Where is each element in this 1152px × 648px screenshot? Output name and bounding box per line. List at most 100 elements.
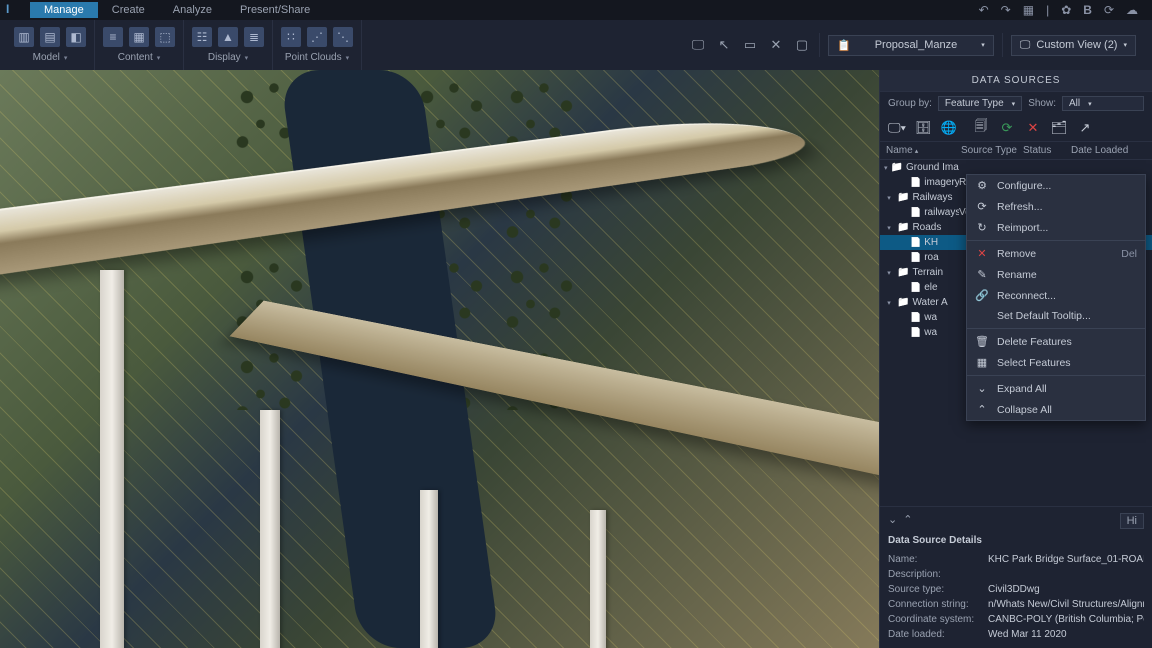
data-source-details: ⌄ ⌃ Hi Data Source Details Name:KHC Park… xyxy=(880,506,1152,648)
ribbon-right-tools: 🖵 ↖ ▭ ✕ ▢ 📋 Proposal_Manze 🖵 Custom View… xyxy=(689,20,1146,70)
context-menu-item[interactable]: ⚙Configure... xyxy=(967,175,1145,196)
content-bldg-icon[interactable]: ▦ xyxy=(129,27,149,47)
app-logo-icon: I xyxy=(6,2,9,16)
gear-icon[interactable]: ✿ xyxy=(1061,3,1071,17)
menu-manage[interactable]: Manage xyxy=(30,2,98,18)
panel-title: DATA SOURCES xyxy=(880,70,1152,92)
collapse-up-icon[interactable]: ⌃ xyxy=(903,513,912,529)
ribbon-label-pointclouds[interactable]: Point Clouds xyxy=(285,52,349,63)
bridge-pillar xyxy=(260,410,280,648)
refresh-icon[interactable]: ⟳ xyxy=(998,119,1016,137)
context-menu-item[interactable]: ⌄Expand All xyxy=(967,378,1145,399)
expand-down-icon[interactable]: ⌄ xyxy=(888,513,897,529)
view-label: Custom View (2) xyxy=(1036,39,1117,51)
context-menu: ⚙Configure...⟳Refresh...↻Reimport... ✕Rem… xyxy=(966,174,1146,421)
proposal-label: Proposal_Manze xyxy=(875,39,958,51)
display-layers-icon[interactable]: ☷ xyxy=(192,27,212,47)
show-dropdown[interactable]: All xyxy=(1062,96,1144,111)
details-row: Name:KHC Park Bridge Surface_01-ROADS xyxy=(888,552,1144,567)
col-date-loaded[interactable]: Date Loaded xyxy=(1071,145,1146,156)
menu-analyze[interactable]: Analyze xyxy=(159,2,226,18)
menu-present-share[interactable]: Present/Share xyxy=(226,2,324,18)
model-tool-3-icon[interactable]: ◧ xyxy=(66,27,86,47)
bridge-pillar xyxy=(420,490,438,648)
tools-icon[interactable]: ✕ xyxy=(767,36,785,54)
db-icon[interactable]: 🗄 xyxy=(914,119,932,137)
details-row: Source type:Civil3DDwg xyxy=(888,582,1144,597)
undo-icon[interactable]: ↶ xyxy=(979,3,989,17)
copy-icon[interactable]: 🗐 xyxy=(972,119,990,137)
group-by-label: Group by: xyxy=(888,98,932,109)
proposal-dropdown[interactable]: 📋 Proposal_Manze xyxy=(828,35,994,56)
content-layers-icon[interactable]: ⬚ xyxy=(155,27,175,47)
view-dropdown[interactable]: 🖵 Custom View (2) xyxy=(1011,35,1136,56)
redo-icon[interactable]: ↷ xyxy=(1001,3,1011,17)
ribbon-label-model[interactable]: Model xyxy=(33,52,68,63)
panel-toolbar: 🖵▾ 🗄 🌐 🗐 ⟳ ✕ 🗂 ↗ xyxy=(880,115,1152,142)
show-label: Show: xyxy=(1028,98,1056,109)
col-status[interactable]: Status xyxy=(1023,145,1071,156)
bridge-pillar xyxy=(100,270,124,648)
pc-tool-1-icon[interactable]: ∷ xyxy=(281,27,301,47)
separator xyxy=(1002,33,1003,57)
square-icon[interactable]: ▢ xyxy=(793,36,811,54)
ribbon-group-content: ≡ ▦ ⬚ Content xyxy=(95,20,184,70)
screen-icon[interactable]: 🖵 xyxy=(689,36,707,54)
context-menu-item[interactable]: ⌃Collapse All xyxy=(967,399,1145,420)
context-menu-item[interactable]: ▦Select Features xyxy=(967,352,1145,373)
menu-separator xyxy=(967,240,1145,241)
details-row: Connection string:n/Whats New/Civil Stru… xyxy=(888,597,1144,612)
measure-icon[interactable]: ▭ xyxy=(741,36,759,54)
bold-icon[interactable]: B xyxy=(1083,3,1092,17)
globe-icon[interactable]: 🌐 xyxy=(940,119,958,137)
menu-create[interactable]: Create xyxy=(98,2,159,18)
export-icon[interactable]: ↗ xyxy=(1076,119,1094,137)
context-menu-item[interactable]: 🔗Reconnect... xyxy=(967,285,1145,306)
display-terrain-icon[interactable]: ▲ xyxy=(218,27,238,47)
display-list-icon[interactable]: ≣ xyxy=(244,27,264,47)
ribbon-group-model: ▥ ▤ ◧ Model xyxy=(6,20,95,70)
model-tool-1-icon[interactable]: ▥ xyxy=(14,27,34,47)
tree-header-row: Name Source Type Status Date Loaded xyxy=(880,142,1152,160)
tree-group[interactable]: ▾Ground Imagery xyxy=(880,160,1152,175)
ribbon-label-display[interactable]: Display xyxy=(208,52,248,63)
menu-separator xyxy=(967,375,1145,376)
cloud-icon[interactable]: ☁ xyxy=(1126,3,1138,17)
hide-button[interactable]: Hi xyxy=(1120,513,1144,529)
main-menubar: I Manage Create Analyze Present/Share ↶ … xyxy=(0,0,1152,20)
context-menu-item[interactable]: 🗑Delete Features xyxy=(967,331,1145,352)
model-tool-2-icon[interactable]: ▤ xyxy=(40,27,60,47)
titlebar-right-icons: ↶ ↷ ▦ | ✿ B ⟳ ☁ xyxy=(979,3,1152,17)
grid-icon[interactable]: ▦ xyxy=(1023,3,1034,17)
ribbon-toolbar: ▥ ▤ ◧ Model ≡ ▦ ⬚ Content ☷ ▲ ≣ Display … xyxy=(0,20,1152,70)
context-menu-item[interactable]: ↻Reimport... xyxy=(967,217,1145,238)
context-menu-item[interactable]: ⟳Refresh... xyxy=(967,196,1145,217)
3d-viewport[interactable] xyxy=(0,70,879,648)
menu-separator xyxy=(967,328,1145,329)
refresh-icon[interactable]: ⟳ xyxy=(1104,3,1114,17)
group-by-dropdown[interactable]: Feature Type xyxy=(938,96,1022,111)
pc-tool-2-icon[interactable]: ⋰ xyxy=(307,27,327,47)
col-name[interactable]: Name xyxy=(886,145,961,156)
details-row: Date loaded:Wed Mar 11 2020 xyxy=(888,627,1144,642)
ribbon-label-content[interactable]: Content xyxy=(118,52,161,63)
col-source-type[interactable]: Source Type xyxy=(961,145,1023,156)
panel-filter-row: Group by: Feature Type Show: All xyxy=(880,92,1152,115)
context-menu-item[interactable]: ✎Rename xyxy=(967,264,1145,285)
details-row: Description: xyxy=(888,567,1144,582)
add-source-icon[interactable]: 🖵▾ xyxy=(888,119,906,137)
context-menu-item[interactable]: ✕RemoveDel xyxy=(967,243,1145,264)
details-row: Coordinate system:CANBC-POLY (British Co… xyxy=(888,612,1144,627)
clipboard-icon: 📋 xyxy=(837,39,851,52)
context-menu-item[interactable]: Set Default Tooltip... xyxy=(967,306,1145,326)
monitor-icon: 🖵 xyxy=(1020,39,1031,52)
details-title: Data Source Details xyxy=(888,533,1144,552)
pc-tool-3-icon[interactable]: ⋱ xyxy=(333,27,353,47)
content-db-icon[interactable]: ≡ xyxy=(103,27,123,47)
delete-icon[interactable]: ✕ xyxy=(1024,119,1042,137)
ribbon-group-pointclouds: ∷ ⋰ ⋱ Point Clouds xyxy=(273,20,362,70)
ribbon-group-display: ☷ ▲ ≣ Display xyxy=(184,20,273,70)
pointer-icon[interactable]: ↖ xyxy=(715,36,733,54)
layer-icon[interactable]: 🗂 xyxy=(1050,119,1068,137)
separator xyxy=(819,33,820,57)
